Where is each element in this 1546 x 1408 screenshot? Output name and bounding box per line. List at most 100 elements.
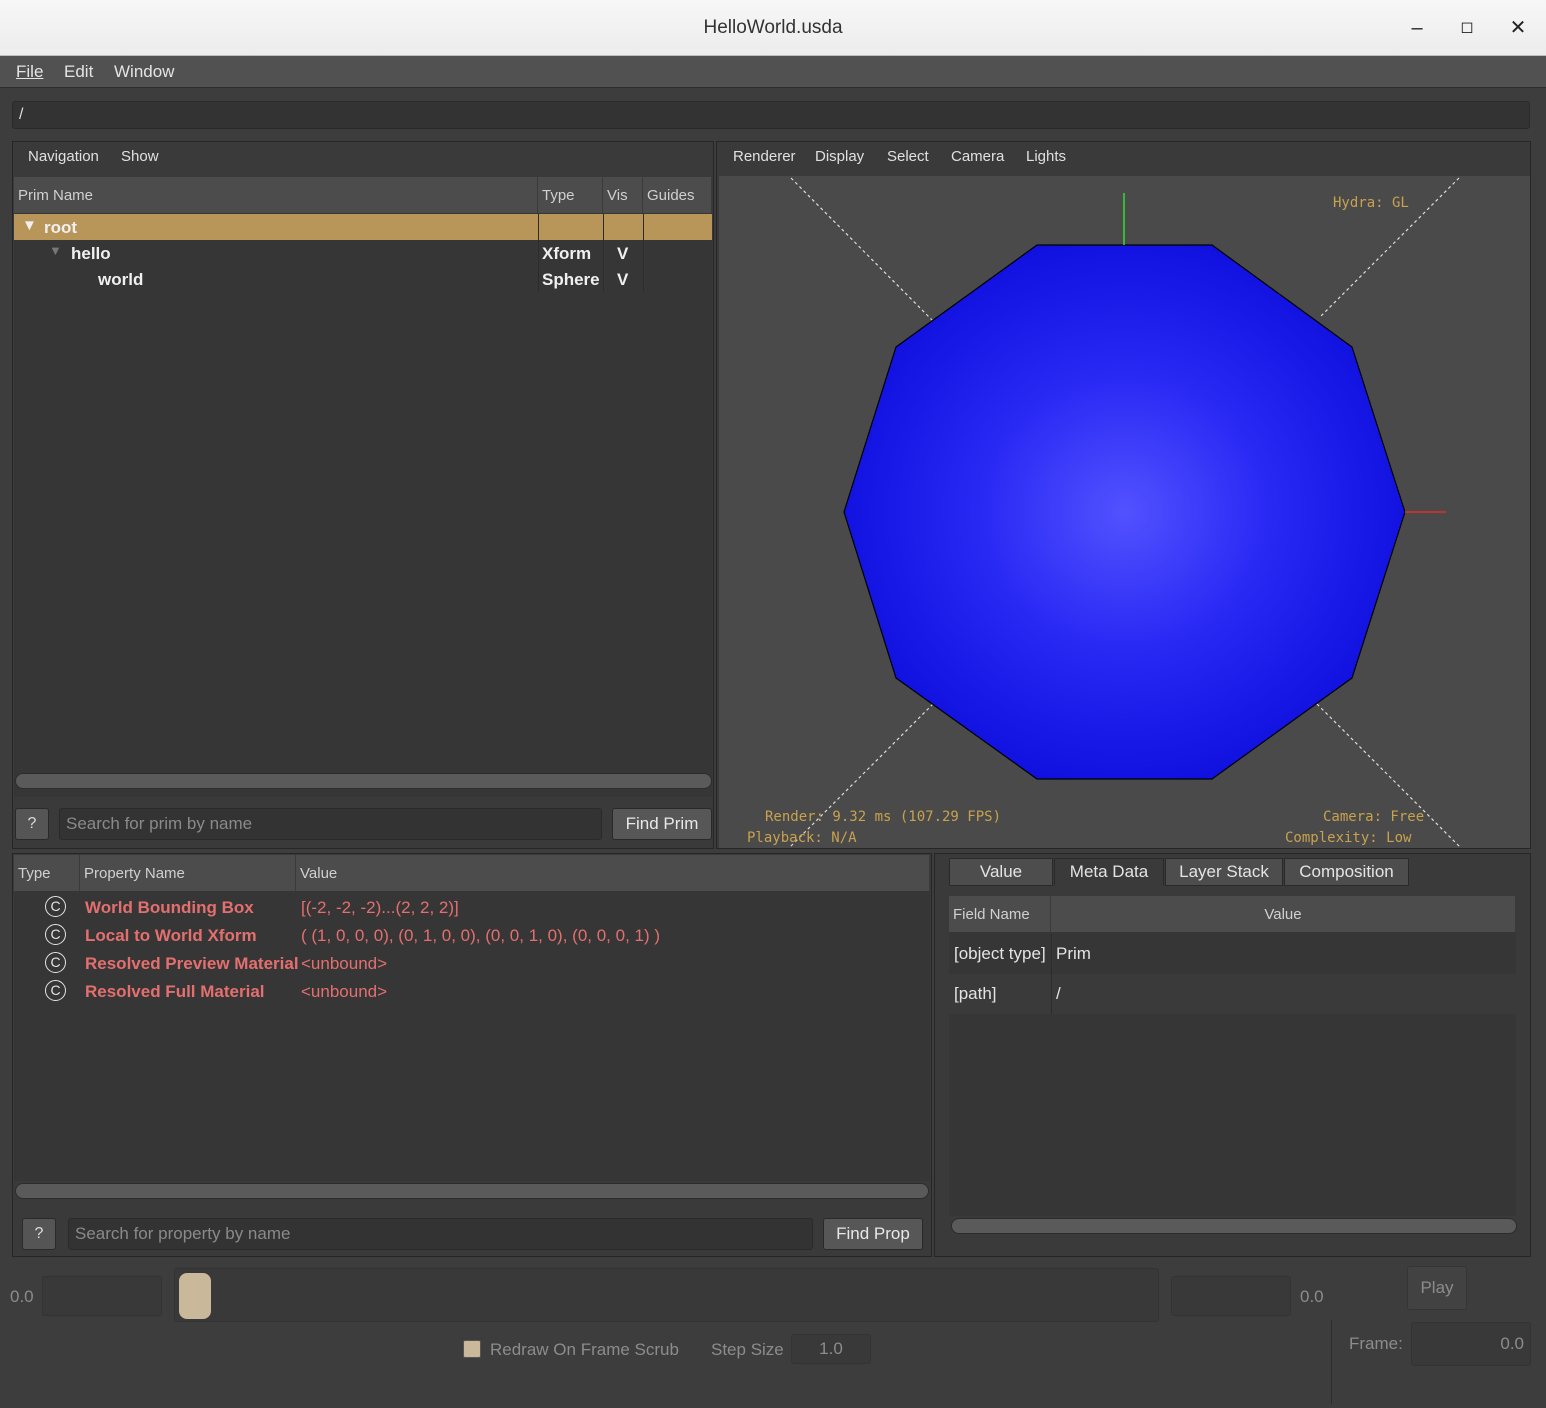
help-button[interactable]: ? — [22, 1218, 56, 1250]
step-size-input[interactable]: 1.0 — [791, 1334, 871, 1364]
play-button[interactable]: Play — [1407, 1266, 1467, 1310]
column-header-property-name[interactable]: Property Name — [80, 855, 296, 891]
metadata-table: Field Name Value [object type] Prim [pat… — [949, 896, 1516, 1216]
minimize-button[interactable]: – — [1402, 14, 1432, 42]
tab-layer-stack[interactable]: Layer Stack — [1165, 858, 1283, 886]
redraw-label: Redraw On Frame Scrub — [490, 1340, 679, 1359]
tree-row-world[interactable]: world Sphere V — [14, 266, 712, 292]
3d-viewport[interactable]: Hydra: GL Render: 9.32 ms (107.29 FPS) P… — [719, 176, 1530, 848]
computed-property-icon: C — [45, 924, 66, 945]
find-prop-button[interactable]: Find Prop — [823, 1218, 923, 1250]
hud-camera: Camera: Free — [1323, 809, 1425, 825]
prim-search-input[interactable] — [59, 808, 602, 840]
column-header-vis[interactable]: Vis — [603, 177, 643, 213]
frame-label: Frame: — [1349, 1334, 1403, 1353]
metadata-row[interactable]: [path] / — [949, 974, 1516, 1014]
menu-display[interactable]: Display — [815, 148, 864, 165]
menu-navigation[interactable]: Navigation — [28, 148, 99, 165]
property-row[interactable]: C Local to World Xform ( (1, 0, 0, 0), (… — [14, 922, 930, 950]
field-name: [object type] — [954, 944, 1046, 963]
column-header-guides[interactable]: Guides — [643, 177, 712, 213]
tab-value[interactable]: Value — [949, 858, 1053, 886]
prim-tree: Prim Name Type Vis Guides ▼ root ▼ hello… — [14, 177, 712, 797]
metadata-row[interactable]: [object type] Prim — [949, 934, 1516, 974]
menu-window[interactable]: Window — [114, 62, 174, 82]
column-divider — [538, 266, 539, 292]
property-name: Resolved Preview Material — [85, 954, 299, 973]
column-divider — [538, 240, 539, 266]
tab-composition[interactable]: Composition — [1284, 858, 1409, 886]
property-row[interactable]: C Resolved Full Material <unbound> — [14, 978, 930, 1006]
camera-guide-line — [790, 177, 934, 322]
menu-show[interactable]: Show — [121, 148, 159, 165]
hud-complexity: Complexity: Low — [1285, 830, 1412, 846]
menu-lights[interactable]: Lights — [1026, 148, 1066, 165]
frame-slider-handle[interactable] — [179, 1273, 211, 1319]
close-button[interactable]: ✕ — [1503, 14, 1533, 42]
hud-playback: Playback: N/A — [747, 830, 857, 846]
path-bar[interactable]: / — [12, 101, 1530, 129]
prim-vis-toggle[interactable]: V — [617, 270, 628, 290]
column-header-prim-name[interactable]: Prim Name — [14, 177, 538, 213]
column-header-field-name[interactable]: Field Name — [949, 896, 1051, 932]
end-frame-field[interactable] — [1171, 1276, 1291, 1316]
window-title: HelloWorld.usda — [703, 17, 843, 38]
property-row[interactable]: C Resolved Preview Material <unbound> — [14, 950, 930, 978]
tree-row-hello[interactable]: ▼ hello Xform V — [14, 240, 712, 266]
property-row[interactable]: C World Bounding Box [(-2, -2, -2)...(2,… — [14, 894, 930, 922]
title-bar: HelloWorld.usda – ◻ ✕ — [0, 0, 1546, 56]
column-header-type[interactable]: Type — [14, 855, 80, 891]
column-header-value[interactable]: Value — [1051, 896, 1516, 932]
viewport-panel: Renderer Display Select Camera Lights Hy… — [716, 141, 1531, 849]
property-name: Local to World Xform — [85, 926, 257, 945]
prim-name: hello — [71, 244, 111, 263]
step-size-label: Step Size — [711, 1340, 784, 1359]
menu-bar: File Edit Window — [0, 56, 1546, 88]
divider — [1331, 1320, 1332, 1404]
property-value: ( (1, 0, 0, 0), (0, 1, 0, 0), (0, 0, 1, … — [301, 926, 661, 945]
column-divider — [1051, 934, 1052, 974]
expand-arrow-icon[interactable]: ▼ — [22, 217, 37, 234]
prim-name: world — [98, 270, 144, 289]
column-divider — [603, 214, 604, 240]
menu-renderer[interactable]: Renderer — [733, 148, 796, 165]
current-frame-field[interactable]: 0.0 — [1411, 1322, 1531, 1366]
help-button[interactable]: ? — [15, 808, 49, 840]
tree-row-root[interactable]: ▼ root — [14, 214, 712, 240]
property-name: World Bounding Box — [85, 898, 254, 917]
menu-file[interactable]: File — [16, 62, 43, 82]
menu-camera[interactable]: Camera — [951, 148, 1004, 165]
start-frame-field[interactable] — [42, 1276, 162, 1316]
computed-property-icon: C — [45, 952, 66, 973]
tab-meta-data[interactable]: Meta Data — [1054, 858, 1164, 886]
property-value: <unbound> — [301, 954, 388, 973]
property-value: [(-2, -2, -2)...(2, 2, 2)] — [301, 898, 459, 917]
camera-guide-line — [1316, 703, 1462, 848]
redraw-checkbox[interactable] — [463, 1340, 481, 1358]
menu-edit[interactable]: Edit — [64, 62, 93, 82]
column-header-value[interactable]: Value — [296, 855, 930, 891]
prim-vis-toggle[interactable]: V — [617, 244, 628, 264]
property-panel: Type Property Name Value C World Boundin… — [12, 853, 932, 1257]
menu-select[interactable]: Select — [887, 148, 929, 165]
column-divider — [643, 266, 644, 292]
field-name: [path] — [954, 984, 997, 1003]
horizontal-scrollbar[interactable] — [951, 1218, 1517, 1234]
sphere-mesh[interactable] — [843, 244, 1406, 780]
viewport-scene — [788, 177, 1462, 848]
end-frame-label: 0.0 — [1300, 1287, 1324, 1306]
horizontal-scrollbar[interactable] — [15, 1183, 929, 1199]
find-prim-button[interactable]: Find Prim — [612, 808, 712, 840]
expand-arrow-icon[interactable]: ▼ — [49, 243, 62, 258]
maximize-button[interactable]: ◻ — [1452, 14, 1482, 42]
hud-renderer: Hydra: GL — [1333, 195, 1409, 211]
property-search-input[interactable] — [68, 1218, 813, 1250]
column-header-type[interactable]: Type — [538, 177, 603, 213]
horizontal-scrollbar[interactable] — [15, 773, 712, 789]
field-value: / — [1056, 984, 1061, 1003]
property-table-header: Type Property Name Value — [14, 855, 930, 891]
metadata-panel: Value Meta Data Layer Stack Composition … — [934, 853, 1531, 1257]
prim-type: Sphere — [542, 270, 600, 289]
frame-slider[interactable] — [174, 1268, 1159, 1322]
column-divider — [1051, 974, 1052, 1014]
